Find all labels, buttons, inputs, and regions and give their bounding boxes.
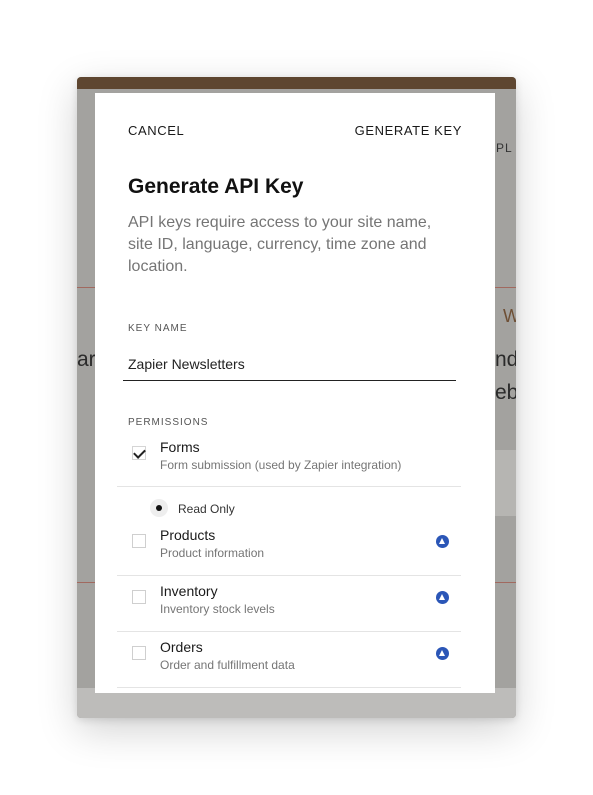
permission-title: Inventory <box>160 583 218 599</box>
permission-subtitle: Order and fulfillment data <box>160 658 295 672</box>
dialog-title: Generate API Key <box>128 175 304 198</box>
background-text-fragment: W <box>503 306 516 326</box>
forms-checkbox[interactable] <box>132 446 146 460</box>
upgrade-info-icon[interactable] <box>436 591 449 604</box>
background-text-fragment: ebs <box>495 381 516 404</box>
key-name-input[interactable] <box>123 347 456 381</box>
permission-row-inventory[interactable]: Inventory Inventory stock levels <box>117 575 461 632</box>
inventory-checkbox[interactable] <box>132 590 146 604</box>
permission-subtitle: Inventory stock levels <box>160 602 275 616</box>
permission-title: Products <box>160 527 216 543</box>
permissions-label: PERMISSIONS <box>128 417 209 428</box>
permission-row-orders[interactable]: Orders Order and fulfillment data <box>117 631 461 688</box>
read-only-label: Read Only <box>178 502 235 516</box>
permission-row-forms[interactable]: Forms Form submission (used by Zapier in… <box>117 431 461 487</box>
background-text-fragment: PL <box>496 141 513 155</box>
dialog-header: CANCEL GENERATE KEY <box>95 93 495 167</box>
background-panel <box>495 450 516 516</box>
background-text-fragment: ari <box>77 348 95 371</box>
upgrade-info-icon[interactable] <box>436 535 449 548</box>
permission-title: Forms <box>160 439 200 455</box>
background-text-fragment: nd <box>495 348 516 371</box>
upgrade-info-icon[interactable] <box>436 647 449 660</box>
permission-subtitle: Product information <box>160 546 265 560</box>
permission-row-products[interactable]: Products Product information <box>117 519 461 576</box>
key-name-label: KEY NAME <box>128 323 188 334</box>
generate-key-button[interactable]: GENERATE KEY <box>355 123 462 138</box>
cancel-button[interactable]: CANCEL <box>128 123 184 138</box>
permission-title: Orders <box>160 639 203 655</box>
dialog-description: API keys require access to your site nam… <box>128 214 432 275</box>
background-header-bar <box>77 77 516 89</box>
products-checkbox[interactable] <box>132 534 146 548</box>
orders-checkbox[interactable] <box>132 646 146 660</box>
permission-subtitle: Form submission (used by Zapier integrat… <box>160 458 402 472</box>
radio-selected-icon[interactable] <box>150 499 168 517</box>
read-only-option[interactable]: Read Only <box>150 498 350 518</box>
generate-api-key-dialog: CANCEL GENERATE KEY Generate API Key API… <box>95 93 495 693</box>
